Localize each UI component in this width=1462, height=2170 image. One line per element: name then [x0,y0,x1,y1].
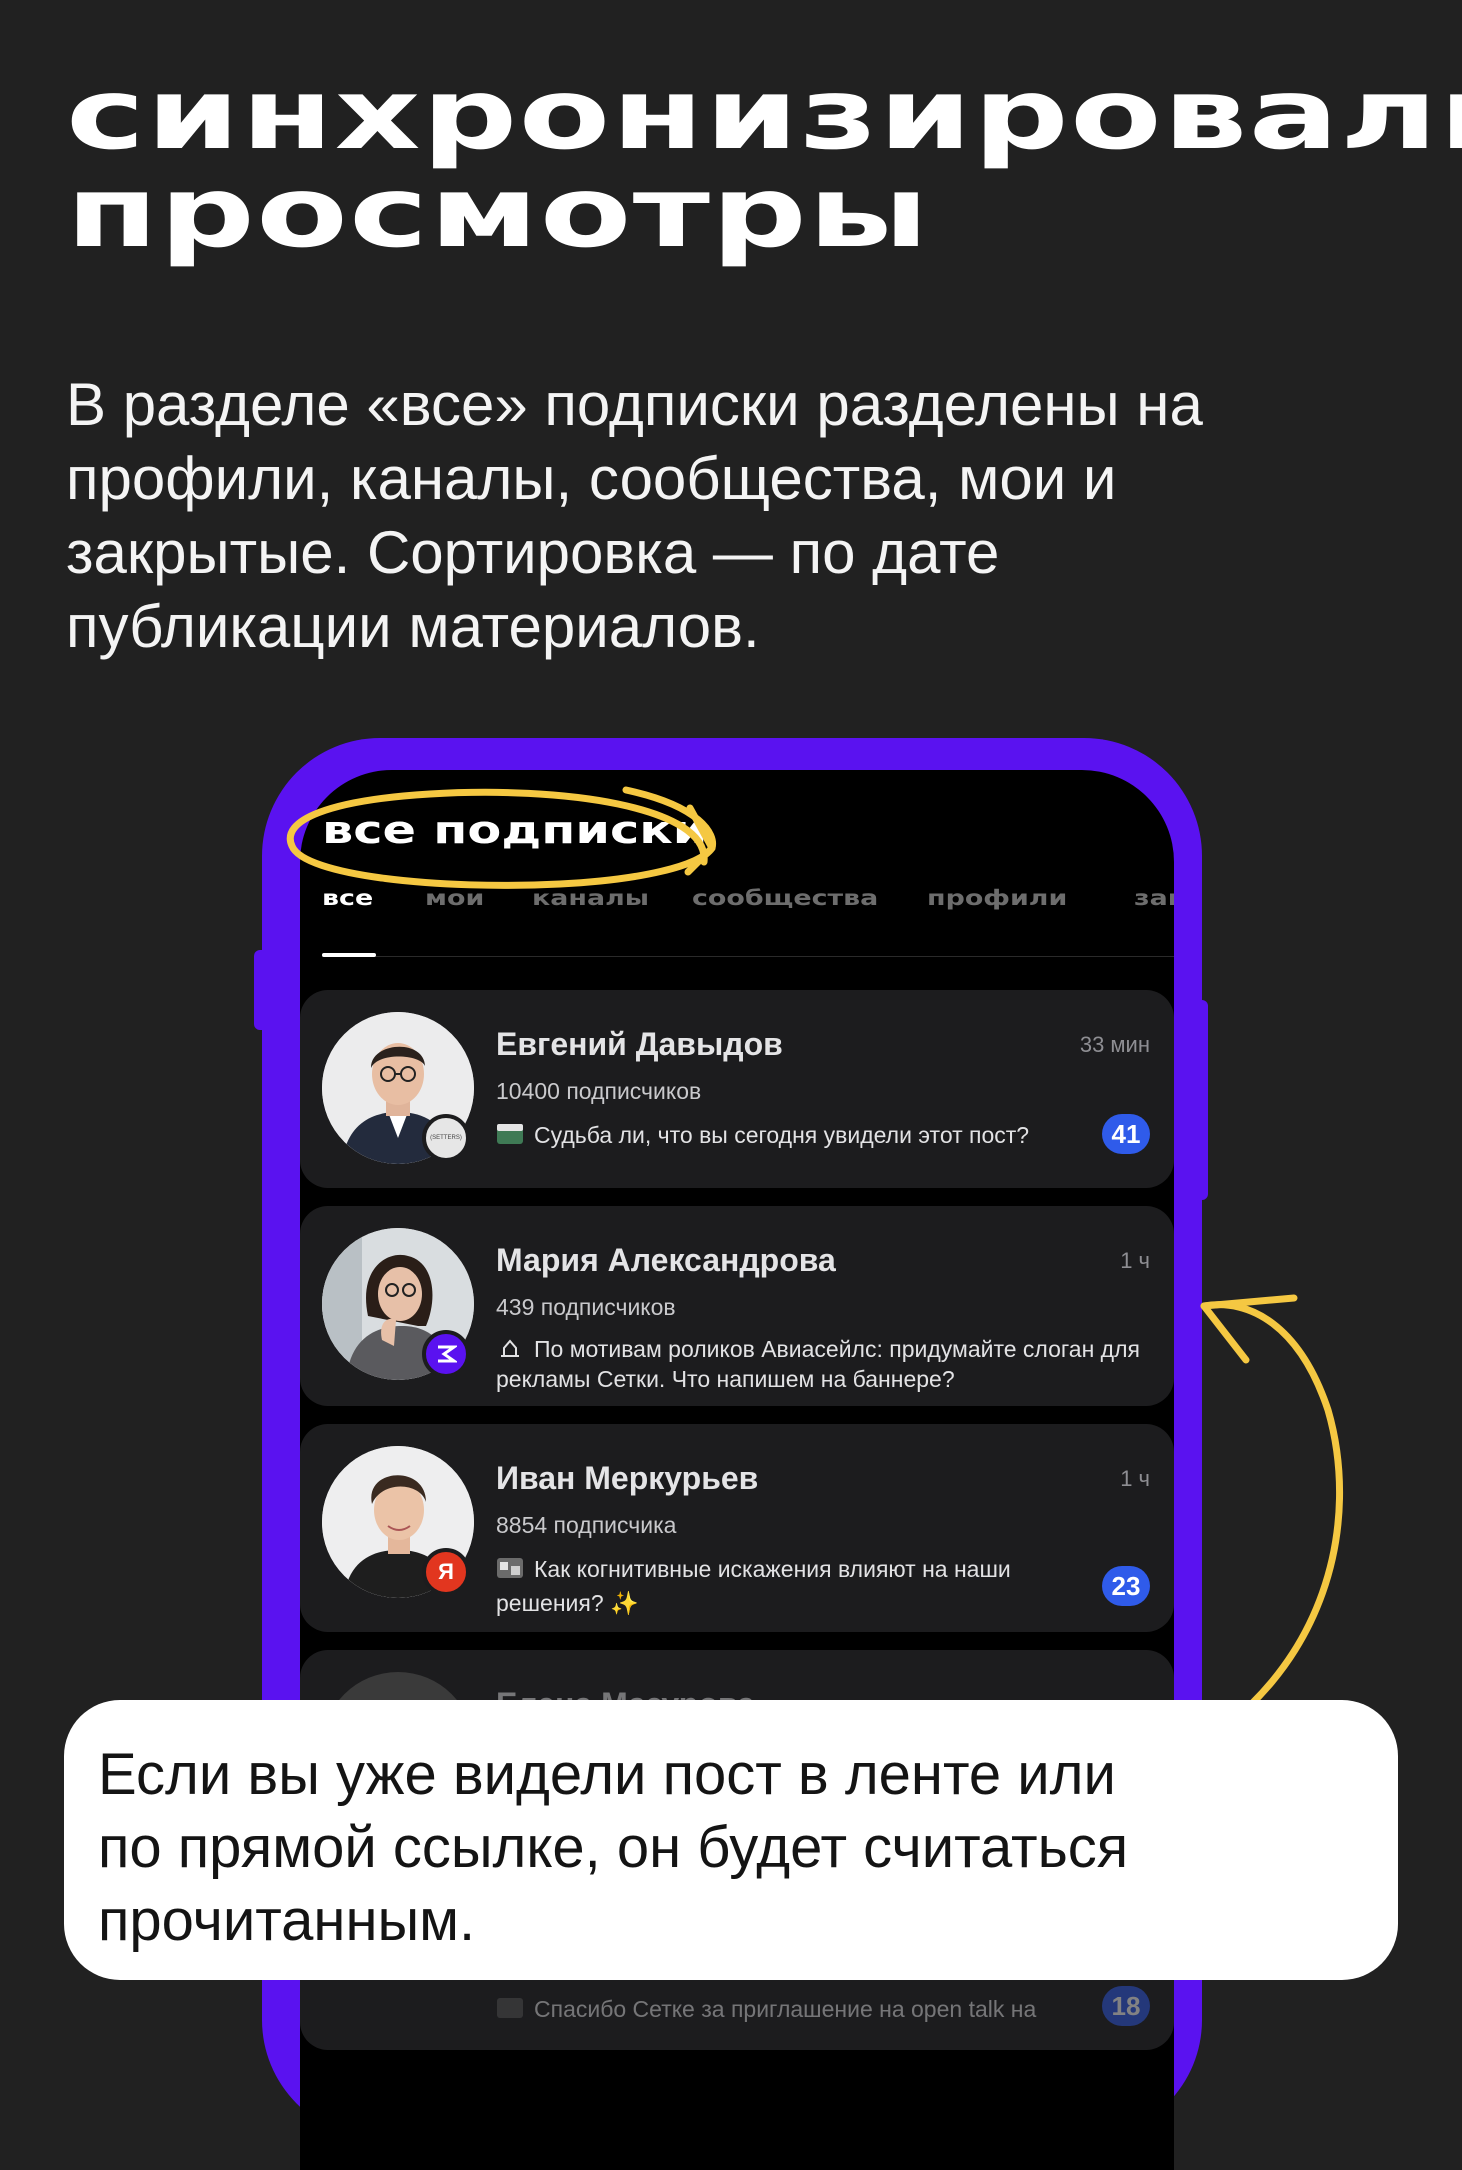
author-name: Иван Меркурьев [496,1460,759,1496]
screen-title: все подписки [322,808,708,852]
callout-box: Если вы уже видели пост в ленте или по п… [64,1700,1398,1980]
subscriber-count: 8854 подписчика [496,1512,677,1538]
page-headline: синхронизировали просмотры [66,66,1462,262]
unread-count-badge: 23 [1102,1566,1150,1606]
community-logo-icon [422,1330,470,1378]
post-text: Спасибо Сетке за приглашение на open tal… [534,1996,1037,2022]
post-preview: Как когнитивные искажения влияют на наши… [496,1552,1076,1620]
intro-text: В разделе «все» подписки разделены на пр… [66,371,1203,660]
author-name: Мария Александрова [496,1242,836,1278]
headline-line-2: просмотры [66,156,930,270]
post-text: Судьба ли, что вы сегодня увидели этот п… [534,1122,1030,1148]
tab-channels[interactable]: каналы [532,886,649,910]
subscription-card[interactable]: (SETTERS) Евгений Давыдов 33 мин 10400 п… [300,990,1174,1188]
post-time: 1 ч [1120,1466,1150,1491]
post-text: Как когнитивные искажения влияют на наши… [496,1556,1011,1616]
post-preview: Спасибо Сетке за приглашение на open tal… [496,1994,1096,2024]
unread-count-badge: 18 [1102,1986,1150,2026]
post-text: По мотивам роликов Авиасейлс: придумайте… [496,1336,1140,1392]
tab-profiles[interactable]: профили [927,886,1067,910]
curved-arrow-annotation [1178,1301,1344,1760]
yandex-badge-icon: Я [422,1548,470,1596]
image-thumbnail-icon [497,1558,523,1578]
image-thumbnail-icon [497,1998,523,2018]
subscription-card[interactable]: Мария Александрова 1 ч 439 подписчиков П… [300,1206,1174,1406]
headline-line-1: синхронизировали [66,58,1462,172]
post-preview: По мотивам роликов Авиасейлс: придумайте… [496,1334,1156,1394]
subscriber-count: 10400 подписчиков [496,1078,702,1104]
poll-icon [501,1339,519,1357]
post-time: 1 ч [1120,1248,1150,1273]
curved-arrow-head [1200,1294,1298,1364]
subscriber-count: 439 подписчиков [496,1294,676,1320]
tab-communities[interactable]: сообщества [692,886,878,910]
post-time: 33 мин [1079,1032,1150,1057]
tab-all[interactable]: все [322,886,373,910]
post-preview: Судьба ли, что вы сегодня увидели этот п… [496,1120,1096,1150]
source-badge: (SETTERS) [422,1114,470,1162]
active-tab-indicator [322,953,376,957]
tab-closed[interactable]: закр [1134,886,1174,910]
subscription-card[interactable]: Я Иван Меркурьев 1 ч 8854 подписчика Как… [300,1424,1174,1632]
tab-mine[interactable]: мои [425,886,484,910]
image-thumbnail-icon [497,1124,523,1144]
callout-text: Если вы уже видели пост в ленте или по п… [98,1742,1129,1953]
tab-bar: все мои каналы сообщества профили закр [322,880,1174,957]
unread-count-badge: 41 [1102,1114,1150,1154]
author-name: Евгений Давыдов [496,1026,783,1062]
